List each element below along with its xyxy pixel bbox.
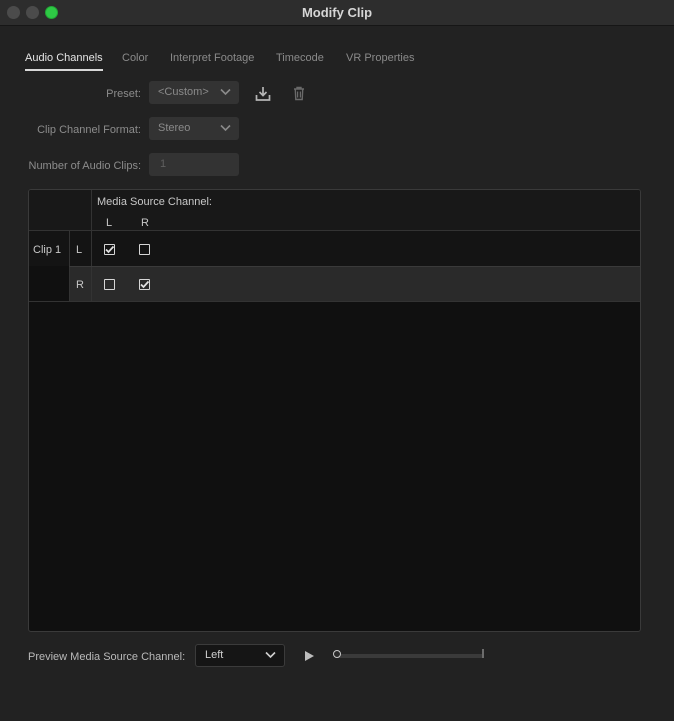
checkbox-l-to-l[interactable] [104,244,115,255]
preset-value: <Custom> [158,86,209,98]
chevron-down-icon [220,88,231,96]
tab-interpret-footage[interactable]: Interpret Footage [170,52,254,64]
channel-mapping-grid: Media Source Channel: L R Clip 1 L R [28,189,641,632]
clip-channel-format-label: Clip Channel Format: [37,124,141,136]
preview-scrub-track[interactable] [338,654,484,658]
clip-1-label: Clip 1 [33,244,62,256]
table-row [29,231,640,266]
media-source-channel-header: Media Source Channel: [97,196,212,208]
tab-timecode[interactable]: Timecode [276,52,324,64]
clip-channel-format-value: Stereo [158,122,191,134]
tab-audio-channels[interactable]: Audio Channels [25,52,103,71]
download-icon[interactable] [255,86,271,102]
checkbox-r-to-l[interactable] [104,279,115,290]
tab-color[interactable]: Color [122,52,148,64]
preview-scrub-end-marker [482,649,484,658]
title-bar: Modify Clip [0,0,674,26]
preset-dropdown[interactable]: <Custom> [149,81,239,104]
preview-scrub-handle[interactable] [333,650,341,658]
chevron-down-icon [220,124,231,132]
tab-vr-properties[interactable]: VR Properties [346,52,414,64]
play-icon[interactable] [303,650,315,662]
preset-label: Preset: [106,88,141,100]
checkbox-l-to-r[interactable] [139,244,150,255]
table-row[interactable] [69,266,640,301]
checkbox-r-to-r[interactable] [139,279,150,290]
chevron-down-icon [265,651,276,659]
checkmark-icon [105,245,115,254]
grid-divider [69,266,640,267]
number-of-audio-clips-label: Number of Audio Clips: [28,160,142,172]
preview-media-source-channel-label: Preview Media Source Channel: [28,651,186,663]
checkmark-icon [140,280,150,289]
preview-channel-dropdown[interactable]: Left [195,644,285,667]
column-header-l: L [106,217,113,229]
window-title: Modify Clip [301,5,373,20]
grid-divider [91,190,92,302]
preview-channel-value: Left [205,649,224,661]
trash-icon[interactable] [291,85,307,101]
grid-divider [29,301,640,302]
row-channel-r: R [76,279,84,291]
row-channel-l: L [76,244,83,256]
column-header-r: R [141,217,149,229]
clip-channel-format-dropdown[interactable]: Stereo [149,117,239,140]
number-of-audio-clips-field[interactable]: 1 [149,153,239,176]
